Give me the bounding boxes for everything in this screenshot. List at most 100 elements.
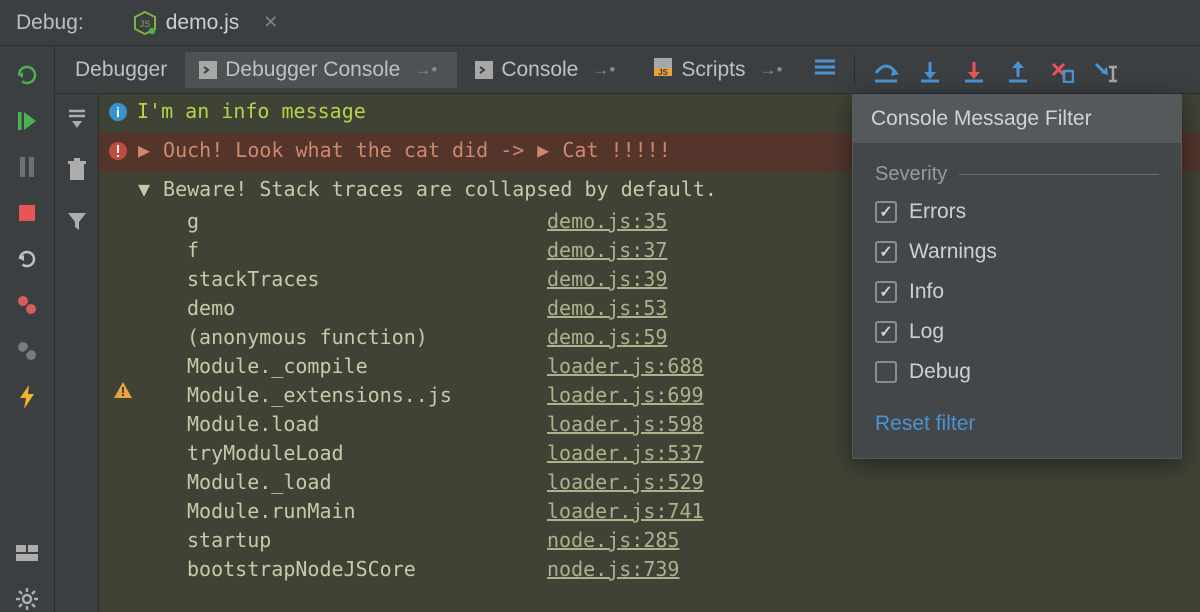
filter-option[interactable]: Errors <box>853 192 1181 232</box>
filter-option[interactable]: Log <box>853 312 1181 352</box>
tab-row: Debugger Debugger Console →• Console →• … <box>55 46 1200 94</box>
rerun-icon[interactable] <box>14 62 40 88</box>
filter-option-label: Errors <box>909 200 966 224</box>
checkbox[interactable] <box>875 201 897 223</box>
filter-option-label: Log <box>909 320 944 344</box>
stack-location-link[interactable]: loader.js:529 <box>547 468 704 497</box>
stack-frame: Module._loadloader.js:529 <box>187 468 1200 497</box>
severity-header: Severity <box>853 143 1181 192</box>
stack-function: bootstrapNodeJSCore <box>187 555 547 584</box>
close-icon[interactable]: ✕ <box>263 12 278 33</box>
stop-icon[interactable] <box>14 200 40 226</box>
filter-option-label: Info <box>909 280 944 304</box>
reset-filter-link[interactable]: Reset filter <box>853 392 1181 440</box>
pin-icon[interactable]: →• <box>408 58 443 82</box>
debug-label: Debug: <box>16 11 84 35</box>
stack-location-link[interactable]: loader.js:741 <box>547 497 704 526</box>
collapse-icon[interactable]: ▼ <box>137 175 151 204</box>
run-to-cursor-icon[interactable] <box>1093 57 1119 83</box>
expand-icon[interactable]: ▶ <box>137 136 151 165</box>
stack-frame: bootstrapNodeJSCorenode.js:739 <box>187 555 1200 584</box>
stack-location-link[interactable]: node.js:739 <box>547 555 679 584</box>
svg-text:i: i <box>116 104 120 120</box>
lightning-icon[interactable] <box>14 384 40 410</box>
filter-title: Console Message Filter <box>853 95 1181 143</box>
refresh-icon[interactable] <box>14 246 40 272</box>
pause-icon[interactable] <box>14 154 40 180</box>
stack-location-link[interactable]: node.js:285 <box>547 526 679 555</box>
settings-icon[interactable] <box>14 586 40 612</box>
checkbox[interactable] <box>875 241 897 263</box>
stack-frame: Module.runMainloader.js:741 <box>187 497 1200 526</box>
stack-function: tryModuleLoad <box>187 439 547 468</box>
file-tab[interactable]: JS demo.js ✕ <box>134 11 279 35</box>
stack-function: g <box>187 207 547 236</box>
filter-option-label: Debug <box>909 360 971 384</box>
error-icon <box>108 140 128 169</box>
scroll-to-end-icon[interactable] <box>66 108 88 136</box>
stack-function: stackTraces <box>187 265 547 294</box>
tab-console[interactable]: Console →• <box>461 52 635 88</box>
checkbox[interactable] <box>875 281 897 303</box>
filter-option[interactable]: Debug <box>853 352 1181 392</box>
filter-option[interactable]: Info <box>853 272 1181 312</box>
resume-icon[interactable] <box>14 108 40 134</box>
stack-location-link[interactable]: loader.js:598 <box>547 410 704 439</box>
top-bar: Debug: JS demo.js ✕ <box>0 0 1200 46</box>
svg-text:JS: JS <box>139 19 150 29</box>
console-tab-icon <box>475 61 493 79</box>
nodejs-icon: JS <box>134 11 156 35</box>
checkbox[interactable] <box>875 321 897 343</box>
warn-message: Beware! Stack traces are collapsed by de… <box>163 175 717 204</box>
left-gutter <box>0 46 55 612</box>
tab-debugger-console[interactable]: Debugger Console →• <box>185 52 457 88</box>
pin-icon[interactable]: →• <box>754 58 789 82</box>
stepping-toolbar <box>873 57 1119 83</box>
stack-function: Module._compile <box>187 352 547 381</box>
stack-function: Module._extensions..js <box>187 381 547 410</box>
stack-function: Module.load <box>187 410 547 439</box>
error-message-b: Cat !!!!! <box>562 136 670 165</box>
stack-function: f <box>187 236 547 265</box>
stack-function: demo <box>187 294 547 323</box>
stack-location-link[interactable]: loader.js:688 <box>547 352 704 381</box>
file-name: demo.js <box>166 11 240 35</box>
js-file-icon: JS <box>653 57 673 83</box>
checkbox[interactable] <box>875 361 897 383</box>
tab-debugger[interactable]: Debugger <box>61 52 181 88</box>
stack-location-link[interactable]: demo.js:59 <box>547 323 667 352</box>
stack-location-link[interactable]: demo.js:39 <box>547 265 667 294</box>
console-filter-panel: Console Message Filter Severity Errors Wa… <box>852 94 1182 459</box>
tab-scripts[interactable]: JS Scripts →• <box>639 51 802 89</box>
info-icon: i <box>108 101 128 130</box>
breakpoints-icon[interactable] <box>14 292 40 318</box>
stack-function: (anonymous function) <box>187 323 547 352</box>
stack-frame: startupnode.js:285 <box>187 526 1200 555</box>
stack-location-link[interactable]: loader.js:699 <box>547 381 704 410</box>
menu-icon[interactable] <box>806 54 844 86</box>
trash-icon[interactable] <box>67 158 87 188</box>
error-message-a: Ouch! Look what the cat did -> <box>163 136 524 165</box>
svg-text:JS: JS <box>658 68 668 77</box>
stack-function: Module.runMain <box>187 497 547 526</box>
filter-icon[interactable] <box>66 210 88 238</box>
filter-option[interactable]: Warnings <box>853 232 1181 272</box>
stack-location-link[interactable]: demo.js:35 <box>547 207 667 236</box>
layout-icon[interactable] <box>14 540 40 566</box>
warning-icon <box>113 378 133 407</box>
drop-frame-icon[interactable] <box>1049 57 1075 83</box>
force-step-into-icon[interactable] <box>961 57 987 83</box>
pin-icon[interactable]: →• <box>586 58 621 82</box>
step-into-icon[interactable] <box>917 57 943 83</box>
stack-location-link[interactable]: demo.js:53 <box>547 294 667 323</box>
stack-location-link[interactable]: demo.js:37 <box>547 236 667 265</box>
mute-breakpoints-icon[interactable] <box>14 338 40 364</box>
filter-option-label: Warnings <box>909 240 997 264</box>
info-message: I'm an info message <box>137 97 366 126</box>
step-out-icon[interactable] <box>1005 57 1031 83</box>
expand-icon[interactable]: ▶ <box>536 136 550 165</box>
stack-function: startup <box>187 526 547 555</box>
stack-location-link[interactable]: loader.js:537 <box>547 439 704 468</box>
step-over-icon[interactable] <box>873 57 899 83</box>
console-tab-icon <box>199 61 217 79</box>
